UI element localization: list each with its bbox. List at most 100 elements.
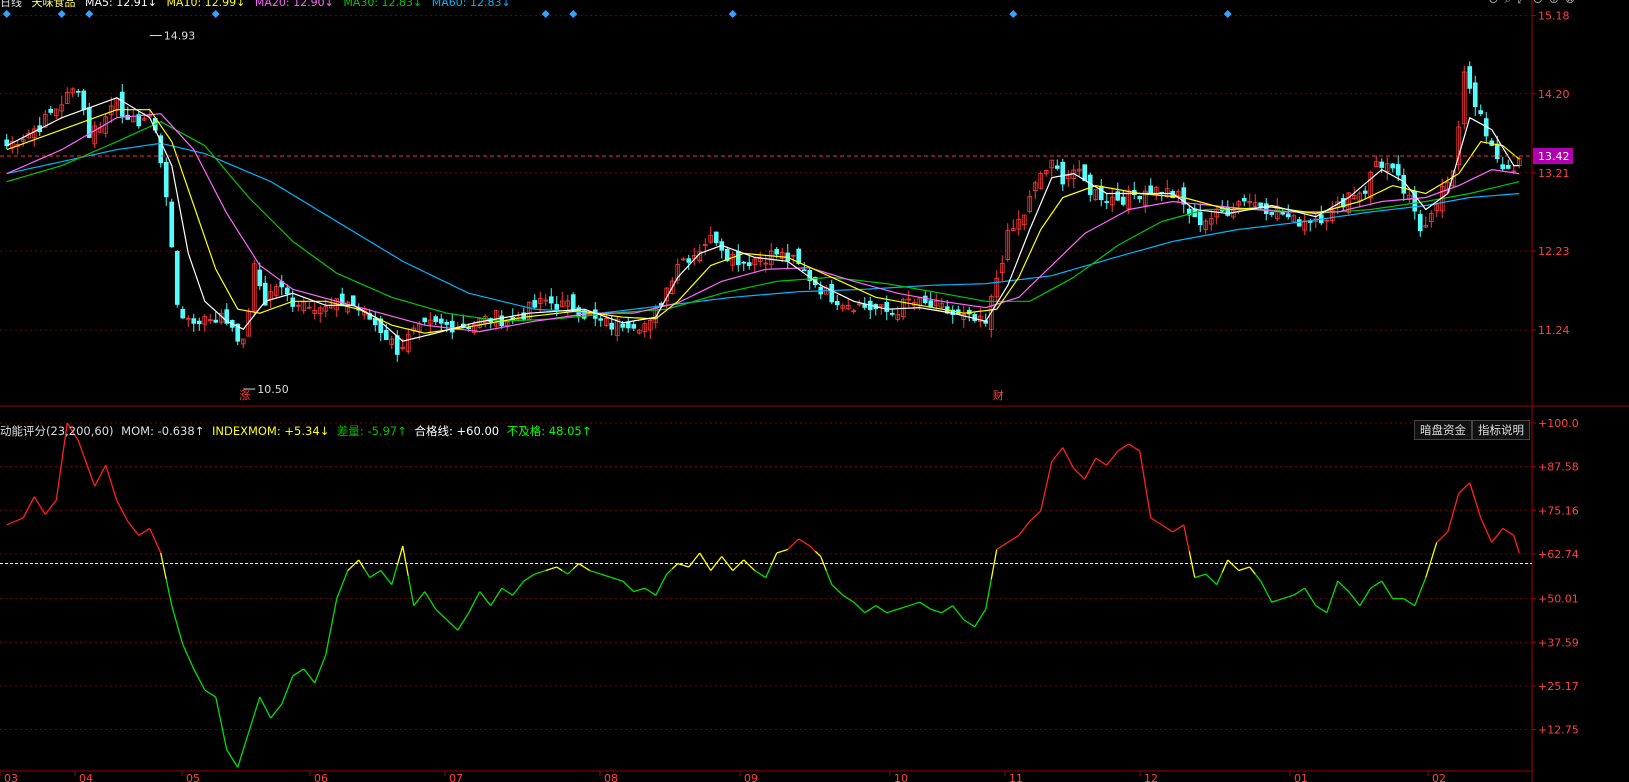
- signal-marker: [541, 10, 550, 18]
- time-tick-label: 10: [894, 772, 908, 782]
- momentum-segment: [396, 545, 404, 566]
- momentum-segment: [903, 605, 909, 609]
- momentum-segment: [17, 517, 24, 521]
- stock-chart[interactable]: 15.18 14.20 13.21 12.23 11.24 13.42 14.93 10.50…: [0, 0, 1629, 782]
- momentum-segment: [1502, 527, 1509, 533]
- momentum-segment: [11, 519, 19, 524]
- momentum-segment: [1172, 527, 1179, 533]
- momentum-segment: [1139, 451, 1146, 485]
- momentum-segment: [1353, 598, 1361, 607]
- search-icon[interactable]: ⊙: [1488, 0, 1504, 6]
- indicator-name[interactable]: 动能评分(23,200,60): [0, 424, 114, 438]
- indicator-tick-label: +37.59: [1538, 636, 1579, 649]
- momentum-segment: [1051, 454, 1058, 463]
- momentum-segment: [1364, 587, 1372, 598]
- expand-icon[interactable]: ⤢: [1517, 0, 1533, 6]
- momentum-segment: [28, 496, 35, 508]
- add-icon[interactable]: ⊕: [1549, 0, 1565, 6]
- candle: [75, 90, 81, 93]
- momentum-segment: [176, 624, 184, 645]
- momentum-segment: [1249, 566, 1256, 575]
- candle: [1379, 161, 1385, 168]
- momentum-segment: [275, 703, 283, 712]
- time-tick-label: 03: [4, 772, 18, 782]
- momentum-segment: [330, 598, 338, 627]
- momentum-segment: [1023, 520, 1031, 529]
- candle: [741, 261, 747, 264]
- momentum-segment: [567, 568, 574, 575]
- momentum-segment: [561, 570, 569, 575]
- momentum-segment: [83, 455, 90, 472]
- momentum-segment: [1326, 596, 1333, 613]
- zoom-icon[interactable]: ⌕: [1504, 0, 1517, 6]
- momentum-segment: [1458, 487, 1465, 494]
- momentum-segment: [556, 566, 563, 572]
- momentum-segment: [836, 589, 844, 596]
- time-tick-label: 05: [186, 772, 200, 782]
- momentum-segment: [908, 603, 915, 607]
- momentum-segment: [919, 601, 926, 607]
- time-tick-label: 12: [1144, 772, 1158, 782]
- candle: [1472, 82, 1478, 108]
- momentum-segment: [1375, 580, 1383, 586]
- momentum-segment: [1293, 591, 1300, 596]
- momentum-segment: [1271, 599, 1278, 603]
- momentum-segment: [209, 692, 217, 698]
- momentum-segment: [319, 654, 327, 670]
- candle: [163, 161, 169, 198]
- momentum-segment: [506, 591, 514, 596]
- momentum-segment: [1491, 535, 1498, 543]
- momentum-segment: [1078, 473, 1086, 480]
- momentum-segment: [655, 584, 662, 596]
- momentum-segment: [22, 507, 30, 519]
- minus-icon[interactable]: ⊖: [1533, 0, 1549, 6]
- momentum-segment: [358, 559, 365, 570]
- candle: [1417, 213, 1423, 232]
- momentum-segment: [1194, 575, 1201, 579]
- momentum-segment: [660, 573, 668, 585]
- stock-name: 天味食品: [31, 0, 76, 9]
- momentum-segment: [979, 608, 987, 619]
- candle: [1241, 197, 1247, 202]
- momentum-segment: [869, 605, 877, 610]
- momentum-segment: [732, 564, 739, 572]
- candle: [394, 335, 400, 355]
- momentum-segment: [407, 575, 415, 606]
- indicator-help-button[interactable]: 指标说明: [1472, 420, 1530, 440]
- momentum-segment: [649, 591, 657, 596]
- ma60-readout: MA60: 12.83↓: [431, 0, 511, 9]
- momentum-segment: [847, 598, 855, 603]
- momentum-segment: [55, 461, 63, 501]
- close-icon[interactable]: ⊗: [1565, 0, 1581, 6]
- candle: [1500, 164, 1506, 170]
- momentum-segment: [479, 591, 486, 600]
- momentum-segment: [1348, 591, 1355, 600]
- time-tick-label: 02: [1432, 772, 1446, 782]
- momentum-segment: [787, 543, 794, 550]
- chart-canvas[interactable]: 15.18 14.20 13.21 12.23 11.24 13.42 14.93 10.50…: [0, 0, 1629, 782]
- momentum-segment: [765, 565, 772, 578]
- dark-funds-button[interactable]: 暗盘资金: [1414, 420, 1472, 440]
- period-label[interactable]: 日线: [0, 0, 22, 9]
- momentum-segment: [88, 470, 96, 487]
- candle: [735, 251, 741, 266]
- momentum-segment: [1144, 484, 1152, 518]
- candle: [284, 287, 290, 295]
- momentum-segment: [666, 568, 673, 575]
- momentum-segment: [1188, 551, 1196, 578]
- momentum-segment: [451, 624, 459, 631]
- momentum-segment: [798, 538, 805, 543]
- momentum-segment: [138, 531, 145, 536]
- momentum-segment: [1386, 589, 1394, 600]
- momentum-segment: [160, 552, 167, 580]
- indicator-tick-label: +100.0: [1538, 417, 1579, 430]
- candle: [1120, 196, 1126, 205]
- momentum-segment: [875, 605, 882, 610]
- candle: [625, 321, 631, 329]
- toolbar: ⊙⌕⤢⊖⊕⊗: [1488, 0, 1581, 7]
- candle: [174, 251, 180, 305]
- momentum-segment: [1084, 468, 1091, 480]
- indicator-tick-label: +50.01: [1538, 593, 1579, 606]
- momentum-segment: [1029, 515, 1036, 522]
- candle: [746, 262, 752, 267]
